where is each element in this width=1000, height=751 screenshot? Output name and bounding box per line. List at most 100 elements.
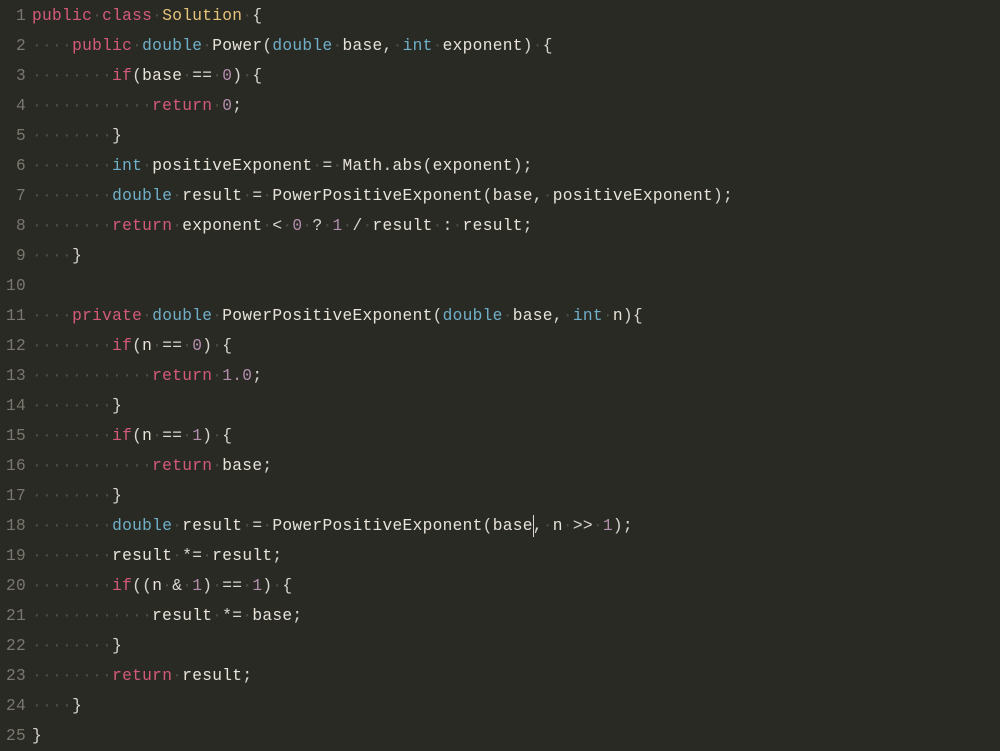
token-fn: result [182, 517, 242, 535]
code-line[interactable]: ········if(n·==·1)·{ [32, 421, 1000, 451]
whitespace-indicator: · [363, 217, 373, 235]
whitespace-indicator: · [242, 607, 252, 625]
token-fn: base [222, 457, 262, 475]
code-line[interactable]: ············return·base; [32, 451, 1000, 481]
code-line[interactable]: ············return·0; [32, 91, 1000, 121]
whitespace-indicator: ········ [32, 487, 112, 505]
whitespace-indicator: · [142, 157, 152, 175]
whitespace-indicator: · [242, 517, 252, 535]
token-punct: { [282, 577, 292, 595]
line-number: 7 [0, 181, 26, 211]
code-line[interactable]: ········double·result·=·PowerPositiveExp… [32, 511, 1000, 541]
token-punct: ( [423, 157, 433, 175]
token-num: 1.0 [222, 367, 252, 385]
code-line[interactable]: ········if((n·&·1)·==·1)·{ [32, 571, 1000, 601]
token-fn: positiveExponent [553, 187, 713, 205]
code-line[interactable]: ····private·double·PowerPositiveExponent… [32, 301, 1000, 331]
token-punct: , [553, 307, 563, 325]
token-punct: ; [292, 607, 302, 625]
token-punct: , [383, 37, 393, 55]
code-line[interactable]: public·class·Solution·{ [32, 1, 1000, 31]
code-line[interactable]: } [32, 721, 1000, 751]
whitespace-indicator: · [172, 547, 182, 565]
token-punct: ; [232, 97, 242, 115]
token-punct: } [112, 397, 122, 415]
token-punct: ; [262, 457, 272, 475]
whitespace-indicator: · [212, 367, 222, 385]
whitespace-indicator: · [212, 427, 222, 445]
code-line[interactable]: ····public·double·Power(double·base,·int… [32, 31, 1000, 61]
token-num: 1 [252, 577, 262, 595]
token-punct: ) [523, 37, 533, 55]
code-line[interactable]: ····} [32, 691, 1000, 721]
code-line[interactable]: ············return·1.0; [32, 361, 1000, 391]
token-kw: if [112, 427, 132, 445]
code-line[interactable]: ········result·*=·result; [32, 541, 1000, 571]
whitespace-indicator: ········ [32, 517, 112, 535]
token-fn: abs [393, 157, 423, 175]
whitespace-indicator: · [242, 187, 252, 205]
code-line[interactable]: ········if(base·==·0)·{ [32, 61, 1000, 91]
whitespace-indicator: ········ [32, 637, 112, 655]
whitespace-indicator: · [172, 217, 182, 235]
code-line[interactable]: ········} [32, 631, 1000, 661]
token-fn: result [212, 547, 272, 565]
token-punct: { [222, 427, 232, 445]
token-num: 1 [192, 427, 202, 445]
token-fn: positiveExponent [152, 157, 312, 175]
token-punct: } [72, 247, 82, 265]
whitespace-indicator: · [272, 577, 282, 595]
code-line[interactable]: ········return·result; [32, 661, 1000, 691]
token-kw: public [32, 7, 92, 25]
whitespace-indicator: ···· [32, 247, 72, 265]
code-editor[interactable]: 1234567891011121314151617181920212223242… [0, 0, 1000, 751]
code-line[interactable]: ········int·positiveExponent·=·Math.abs(… [32, 151, 1000, 181]
whitespace-indicator: · [433, 217, 443, 235]
whitespace-indicator: · [152, 427, 162, 445]
code-line[interactable]: ········} [32, 481, 1000, 511]
token-kw: if [112, 67, 132, 85]
token-punct: } [112, 637, 122, 655]
token-type: double [272, 37, 332, 55]
line-number: 14 [0, 391, 26, 421]
line-number: 17 [0, 481, 26, 511]
whitespace-indicator: · [453, 217, 463, 235]
token-punct: { [543, 37, 553, 55]
token-op: == [192, 67, 212, 85]
whitespace-indicator: ········ [32, 397, 112, 415]
token-type: double [152, 307, 212, 325]
token-op: / [353, 217, 363, 235]
token-fn: PowerPositiveExponent [272, 187, 482, 205]
whitespace-indicator: · [322, 217, 332, 235]
whitespace-indicator: ···· [32, 37, 72, 55]
token-punct: , [533, 187, 543, 205]
token-op: == [162, 427, 182, 445]
token-punct: { [633, 307, 643, 325]
token-fn: PowerPositiveExponent [222, 307, 432, 325]
token-kw: return [152, 457, 212, 475]
code-line[interactable] [32, 271, 1000, 301]
code-line[interactable]: ····} [32, 241, 1000, 271]
token-op: *= [222, 607, 242, 625]
token-fn: n [553, 517, 563, 535]
code-line[interactable]: ········} [32, 391, 1000, 421]
code-line[interactable]: ········double·result·=·PowerPositiveExp… [32, 181, 1000, 211]
token-num: 1 [603, 517, 613, 535]
line-number: 16 [0, 451, 26, 481]
token-punct: ; [523, 157, 533, 175]
code-area[interactable]: public·class·Solution·{····public·double… [32, 1, 1000, 751]
line-number: 10 [0, 271, 26, 301]
code-line[interactable]: ············result·*=·base; [32, 601, 1000, 631]
token-punct: ) [202, 337, 212, 355]
code-line[interactable]: ········} [32, 121, 1000, 151]
line-number: 22 [0, 631, 26, 661]
code-line[interactable]: ········return·exponent·<·0·?·1·/·result… [32, 211, 1000, 241]
code-line[interactable]: ········if(n·==·0)·{ [32, 331, 1000, 361]
token-num: 0 [222, 67, 232, 85]
token-punct: ; [252, 367, 262, 385]
whitespace-indicator: · [543, 187, 553, 205]
line-number: 24 [0, 691, 26, 721]
token-op: = [252, 187, 262, 205]
token-fn: Power [212, 37, 262, 55]
whitespace-indicator: · [212, 457, 222, 475]
